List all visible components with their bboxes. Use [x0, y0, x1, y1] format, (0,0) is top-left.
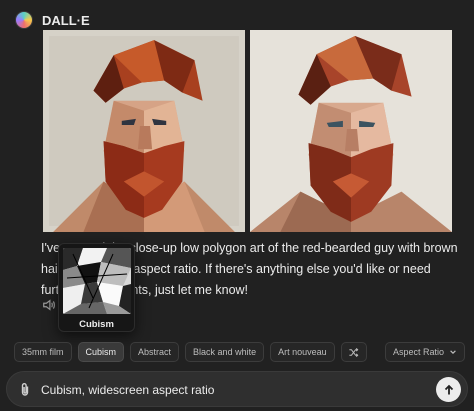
- portrait-image: [250, 30, 452, 232]
- chip-abstract[interactable]: Abstract: [130, 342, 180, 362]
- chevron-down-icon: [450, 350, 456, 355]
- chip-black-and-white[interactable]: Black and white: [185, 342, 265, 362]
- chip-35mm-film[interactable]: 35mm film: [14, 342, 72, 362]
- chip-art-nouveau[interactable]: Art nouveau: [270, 342, 335, 362]
- bot-name: DALL·E: [42, 12, 90, 28]
- message-composer: [6, 371, 468, 407]
- aspect-ratio-label: Aspect Ratio: [393, 347, 445, 357]
- cubism-preview-image: [63, 248, 131, 314]
- message-header: DALL·E: [15, 11, 90, 29]
- dalle-avatar: [15, 11, 33, 29]
- style-chip-row: 35mm film Cubism Abstract Black and whit…: [14, 342, 367, 362]
- read-aloud-icon[interactable]: [42, 298, 56, 312]
- style-preview-tooltip: Cubism: [58, 243, 135, 332]
- attach-file-icon[interactable]: [17, 382, 33, 398]
- chip-cubism[interactable]: Cubism: [77, 342, 125, 362]
- shuffle-styles-button[interactable]: [340, 342, 367, 362]
- generated-image-1[interactable]: [43, 30, 245, 232]
- arrow-up-icon: [444, 384, 453, 394]
- generated-image-2[interactable]: [250, 30, 452, 232]
- tooltip-label: Cubism: [79, 319, 114, 330]
- aspect-ratio-dropdown[interactable]: Aspect Ratio: [385, 342, 466, 362]
- send-button[interactable]: [436, 377, 461, 402]
- shuffle-icon: [349, 347, 359, 357]
- message-input[interactable]: [41, 380, 421, 400]
- portrait-image: [43, 30, 245, 232]
- chat-page: DALL·E I've created the close-up low pol…: [0, 0, 474, 411]
